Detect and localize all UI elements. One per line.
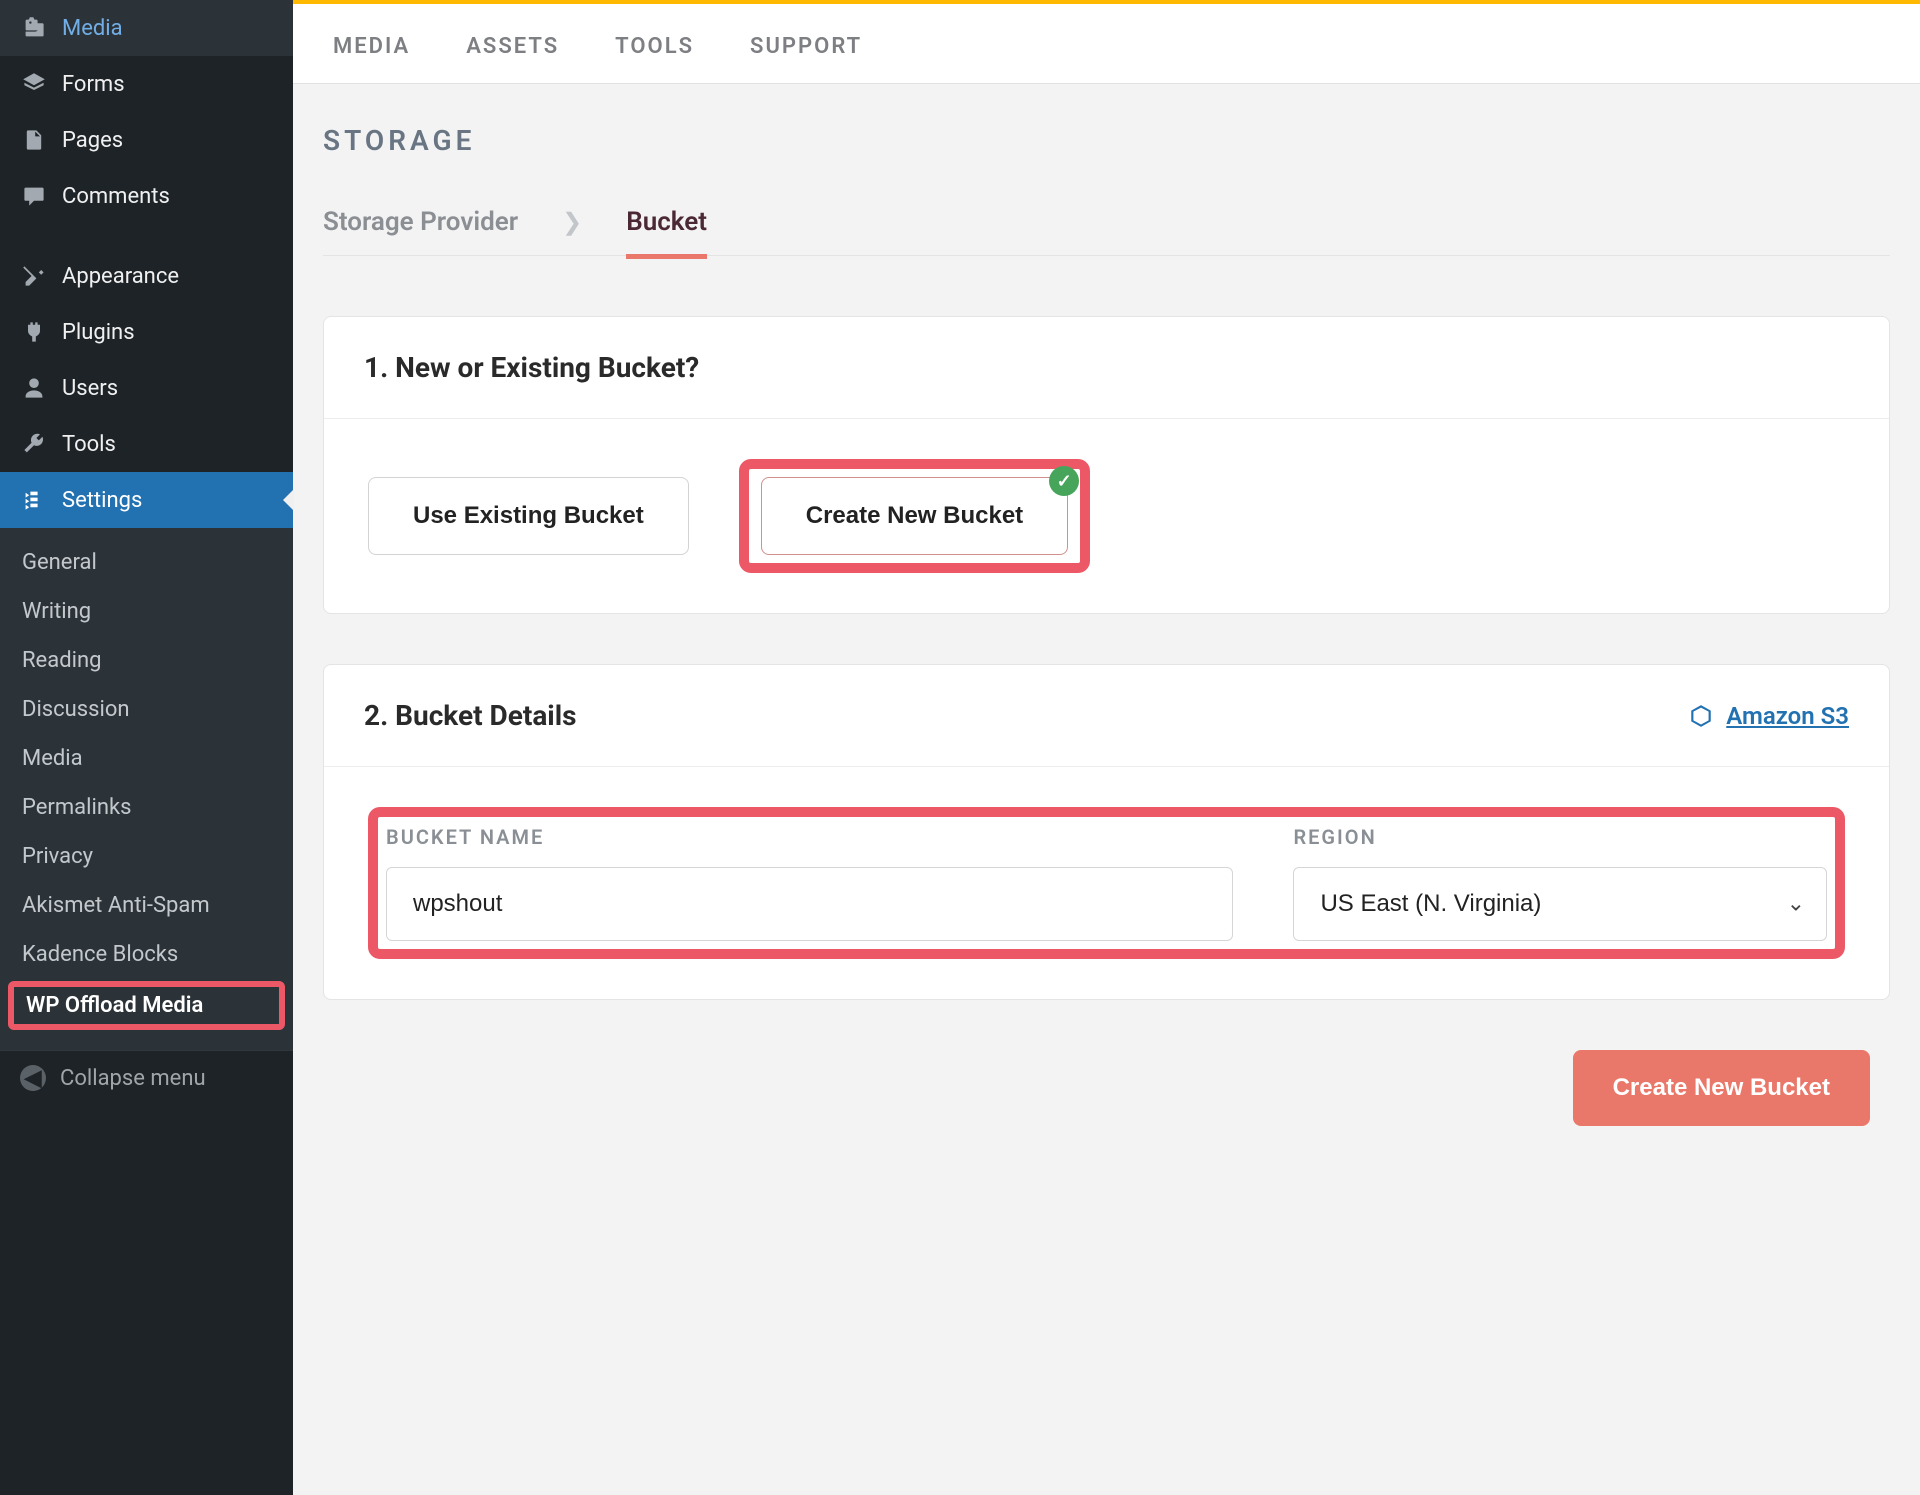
amazon-s3-link[interactable]: Amazon S3 <box>1688 702 1849 730</box>
checkmark-icon: ✓ <box>1049 466 1079 496</box>
sidebar-item-label: Users <box>62 376 118 401</box>
sidebar-item-label: Settings <box>62 488 142 513</box>
submenu-privacy[interactable]: Privacy <box>0 832 293 881</box>
submenu-permalinks[interactable]: Permalinks <box>0 783 293 832</box>
top-tabs: MEDIA ASSETS TOOLS SUPPORT <box>293 0 1920 84</box>
submenu-wp-offload-media[interactable]: WP Offload Media <box>8 981 285 1030</box>
sidebar-item-label: Forms <box>62 72 125 97</box>
forms-icon <box>20 70 48 98</box>
bucket-name-label: BUCKET NAME <box>386 825 1233 849</box>
create-new-bucket-button[interactable]: ✓ Create New Bucket <box>761 477 1068 555</box>
comments-icon <box>20 182 48 210</box>
main-content: MEDIA ASSETS TOOLS SUPPORT STORAGE Stora… <box>293 0 1920 1495</box>
tab-tools[interactable]: TOOLS <box>615 34 694 59</box>
breadcrumb-bucket[interactable]: Bucket <box>626 207 707 237</box>
collapse-menu[interactable]: ◀ Collapse menu <box>0 1050 293 1105</box>
highlight-create-new-bucket: ✓ Create New Bucket <box>739 459 1090 573</box>
submenu-writing[interactable]: Writing <box>0 587 293 636</box>
region-label: REGION <box>1293 825 1827 849</box>
plugins-icon <box>20 318 48 346</box>
collapse-label: Collapse menu <box>60 1066 206 1091</box>
tab-support[interactable]: SUPPORT <box>750 34 862 59</box>
sidebar-item-label: Media <box>62 16 123 41</box>
create-bucket-submit-button[interactable]: Create New Bucket <box>1573 1050 1870 1126</box>
amazon-s3-label: Amazon S3 <box>1726 702 1849 730</box>
submenu-discussion[interactable]: Discussion <box>0 685 293 734</box>
sidebar-item-users[interactable]: Users <box>0 360 293 416</box>
pages-icon <box>20 126 48 154</box>
breadcrumb-storage-provider[interactable]: Storage Provider <box>323 207 518 237</box>
submenu-kadence[interactable]: Kadence Blocks <box>0 930 293 979</box>
sidebar-item-pages[interactable]: Pages <box>0 112 293 168</box>
submenu-akismet[interactable]: Akismet Anti-Spam <box>0 881 293 930</box>
sidebar-item-forms[interactable]: Forms <box>0 56 293 112</box>
sidebar-item-tools[interactable]: Tools <box>0 416 293 472</box>
use-existing-bucket-button[interactable]: Use Existing Bucket <box>368 477 689 555</box>
settings-submenu: General Writing Reading Discussion Media… <box>0 528 293 1050</box>
panel-bucket-choice: 1. New or Existing Bucket? Use Existing … <box>323 316 1890 614</box>
media-icon <box>20 14 48 42</box>
page-heading: STORAGE <box>323 124 1890 157</box>
sidebar-item-media[interactable]: Media <box>0 0 293 56</box>
highlight-bucket-form: BUCKET NAME REGION ⌄ <box>368 807 1845 959</box>
submenu-reading[interactable]: Reading <box>0 636 293 685</box>
sidebar-item-label: Appearance <box>62 264 179 289</box>
settings-icon <box>20 486 48 514</box>
panel1-title: 1. New or Existing Bucket? <box>364 351 699 384</box>
sidebar-item-appearance[interactable]: Appearance <box>0 248 293 304</box>
sidebar-item-label: Pages <box>62 128 123 153</box>
sidebar-item-label: Plugins <box>62 320 135 345</box>
sidebar-item-label: Comments <box>62 184 170 209</box>
region-select[interactable] <box>1293 867 1827 941</box>
sidebar-item-comments[interactable]: Comments <box>0 168 293 224</box>
users-icon <box>20 374 48 402</box>
chevron-right-icon: ❯ <box>562 208 582 236</box>
sidebar-item-settings[interactable]: Settings <box>0 472 293 528</box>
sidebar-item-plugins[interactable]: Plugins <box>0 304 293 360</box>
collapse-icon: ◀ <box>20 1065 46 1091</box>
storage-breadcrumb: Storage Provider ❯ Bucket <box>323 207 1890 256</box>
tab-assets[interactable]: ASSETS <box>466 34 559 59</box>
panel-bucket-details: 2. Bucket Details Amazon S3 BUCKET NAME <box>323 664 1890 1000</box>
sidebar-item-label: Tools <box>62 432 116 457</box>
tools-icon <box>20 430 48 458</box>
panel2-title: 2. Bucket Details <box>364 699 577 732</box>
admin-sidebar: Media Forms Pages Comments Appearance Pl… <box>0 0 293 1495</box>
submenu-general[interactable]: General <box>0 538 293 587</box>
appearance-icon <box>20 262 48 290</box>
use-existing-label: Use Existing Bucket <box>413 502 644 529</box>
bucket-name-input[interactable] <box>386 867 1233 941</box>
create-new-label: Create New Bucket <box>806 502 1023 529</box>
amazon-s3-icon <box>1688 703 1714 729</box>
tab-media[interactable]: MEDIA <box>333 34 410 59</box>
submit-label: Create New Bucket <box>1613 1074 1830 1101</box>
submenu-media[interactable]: Media <box>0 734 293 783</box>
